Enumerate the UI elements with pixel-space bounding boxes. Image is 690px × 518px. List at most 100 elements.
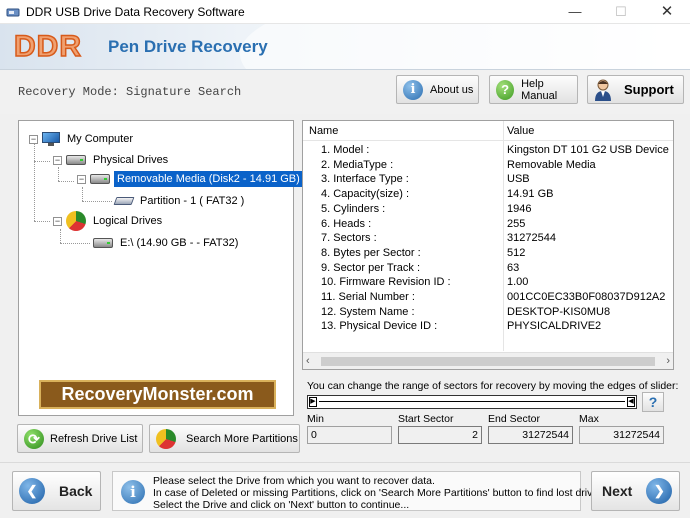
table-row[interactable]: 11. Serial Number : 001CC0EC33B0F08037D91… [303, 290, 673, 305]
pie-chart-icon [66, 211, 86, 231]
min-field: 0 [307, 426, 392, 444]
scroll-left-icon[interactable]: ‹ [306, 355, 310, 367]
question-icon: ? [496, 79, 515, 100]
tree-label: Physical Drives [93, 154, 169, 166]
start-sector-field[interactable]: 2 [398, 426, 482, 444]
main-area: − My Computer − Physical Drives − Remova… [0, 114, 690, 462]
slider-left-handle[interactable]: ▶ [309, 397, 317, 407]
back-button[interactable]: ❮ Back [12, 471, 101, 511]
slider-right-handle[interactable]: ◀ [627, 397, 635, 407]
tree-node-logical-drive-e[interactable]: E:\ (14.90 GB - - FAT32) [93, 235, 241, 251]
table-row[interactable]: 6. Heads : 255 [303, 217, 673, 232]
next-arrow-icon: ❯ [646, 478, 673, 504]
drive-tree[interactable]: − My Computer − Physical Drives − Remova… [18, 120, 303, 416]
collapse-icon[interactable]: − [53, 216, 62, 226]
row-name: 11. Serial Number : [321, 291, 415, 303]
ddr-logo: DDR [13, 29, 82, 64]
product-name: Pen Drive Recovery [108, 37, 268, 56]
row-name: 6. Heads : [321, 217, 372, 230]
help-manual-label: Help Manual [521, 77, 558, 102]
instruction-line: Select the Drive and click on 'Next' but… [153, 499, 410, 511]
scroll-thumb[interactable] [321, 357, 655, 366]
range-help-button[interactable]: ? [642, 392, 664, 412]
end-sector-label: End Sector [488, 413, 540, 425]
min-label: Min [307, 413, 324, 425]
minimize-button[interactable]: — [552, 0, 598, 24]
tree-node-my-computer[interactable]: − My Computer [29, 131, 136, 147]
row-name: 13. Physical Device ID : [321, 320, 438, 333]
sector-range-slider[interactable]: ▶ ◀ [307, 395, 637, 409]
table-row[interactable]: 8. Bytes per Sector : 512 [303, 246, 673, 261]
table-row[interactable]: 4. Capacity(size) : 14.91 GB [303, 187, 673, 202]
next-button[interactable]: Next ❯ [591, 471, 680, 511]
app-icon [6, 8, 20, 17]
about-us-label: About us [430, 83, 474, 96]
drive-icon [93, 238, 113, 248]
removable-drive-icon [90, 174, 110, 184]
table-row[interactable]: 1. Model : Kingston DT 101 G2 USB Device [303, 143, 673, 158]
table-row[interactable]: 7. Sectors : 31272544 [303, 231, 673, 246]
row-value: Kingston DT 101 G2 USB Device [507, 144, 669, 156]
row-value: Removable Media [507, 158, 596, 171]
table-row[interactable]: 12. System Name : DESKTOP-KIS0MU8 [303, 305, 673, 320]
table-row[interactable]: 9. Sector per Track : 63 [303, 261, 673, 276]
collapse-icon[interactable]: − [29, 134, 38, 144]
support-button[interactable]: Support [587, 75, 684, 104]
row-value: 255 [507, 217, 526, 230]
row-name: 8. Bytes per Sector : [321, 246, 421, 259]
table-row[interactable]: 5. Cylinders : 1946 [303, 202, 673, 217]
row-value: 001CC0EC33B0F08037D912A2 [507, 291, 666, 303]
instruction-line: Please select the Drive from which you w… [153, 475, 435, 487]
tree-label: Logical Drives [93, 215, 163, 227]
window-title: DDR USB Drive Data Recovery Software [26, 5, 245, 19]
row-value: PHYSICALDRIVE2 [507, 320, 602, 333]
horizontal-scrollbar[interactable]: ‹ › [303, 352, 673, 369]
row-name: 10. Firmware Revision ID : [321, 276, 451, 289]
drive-info-table[interactable]: Name Value 1. Model : Kingston DT 101 G2 … [302, 120, 674, 370]
row-name: 12. System Name : [321, 305, 415, 318]
row-name: 3. Interface Type : [321, 173, 409, 186]
table-row[interactable]: 13. Physical Device ID : PHYSICALDRIVE2 [303, 319, 673, 334]
tree-node-removable-media[interactable]: − Removable Media (Disk2 - 14.91 GB) [77, 171, 303, 187]
tree-node-physical-drives[interactable]: − Physical Drives [53, 152, 171, 168]
table-row[interactable]: 3. Interface Type : USB [303, 172, 673, 187]
support-label: Support [624, 82, 674, 97]
recovery-mode-label: Recovery Mode: Signature Search [18, 85, 242, 99]
collapse-icon[interactable]: − [53, 155, 62, 165]
range-hint: You can change the range of sectors for … [307, 380, 679, 392]
end-sector-field[interactable]: 31272544 [488, 426, 573, 444]
tree-node-partition[interactable]: Partition - 1 ( FAT32 ) [113, 193, 247, 209]
tree-node-logical-drives[interactable]: − Logical Drives [53, 211, 165, 231]
search-label: Search More Partitions [186, 432, 298, 445]
start-sector-label: Start Sector [398, 413, 454, 425]
close-button[interactable]: ✕ [644, 0, 690, 24]
info-icon: i [403, 79, 423, 100]
row-name: 9. Sector per Track : [321, 261, 421, 274]
column-header-value[interactable]: Value [507, 125, 534, 137]
search-more-partitions-button[interactable]: Search More Partitions [149, 424, 300, 453]
refresh-icon: ⟳ [24, 428, 44, 449]
row-value: DESKTOP-KIS0MU8 [507, 305, 611, 318]
table-row[interactable]: 10. Firmware Revision ID : 1.00 [303, 275, 673, 290]
info-icon: i [121, 480, 145, 504]
scroll-right-icon[interactable]: › [666, 355, 670, 367]
maximize-button[interactable]: ☐ [598, 0, 644, 24]
title-bar: DDR USB Drive Data Recovery Software — ☐… [0, 0, 690, 24]
row-value: 31272544 [507, 232, 556, 245]
row-name: 2. MediaType : [321, 158, 394, 171]
hard-drive-icon [66, 155, 86, 165]
about-us-button[interactable]: i About us [396, 75, 479, 104]
row-value: 1946 [507, 202, 532, 215]
column-header-name[interactable]: Name [309, 125, 338, 137]
bottom-bar: ❮ Back i Please select the Drive from wh… [0, 462, 690, 518]
instruction-line: In case of Deleted or missing Partitions… [153, 487, 607, 499]
refresh-drive-list-button[interactable]: ⟳ Refresh Drive List [17, 424, 143, 453]
collapse-icon[interactable]: − [77, 174, 86, 184]
table-row[interactable]: 2. MediaType : Removable Media [303, 158, 673, 173]
row-value: USB [507, 173, 530, 186]
sector-range-panel: You can change the range of sectors for … [302, 375, 678, 451]
max-label: Max [579, 413, 599, 425]
instruction-box: i Please select the Drive from which you… [112, 471, 606, 511]
tree-label: My Computer [67, 133, 134, 145]
help-manual-button[interactable]: ? Help Manual [489, 75, 578, 104]
